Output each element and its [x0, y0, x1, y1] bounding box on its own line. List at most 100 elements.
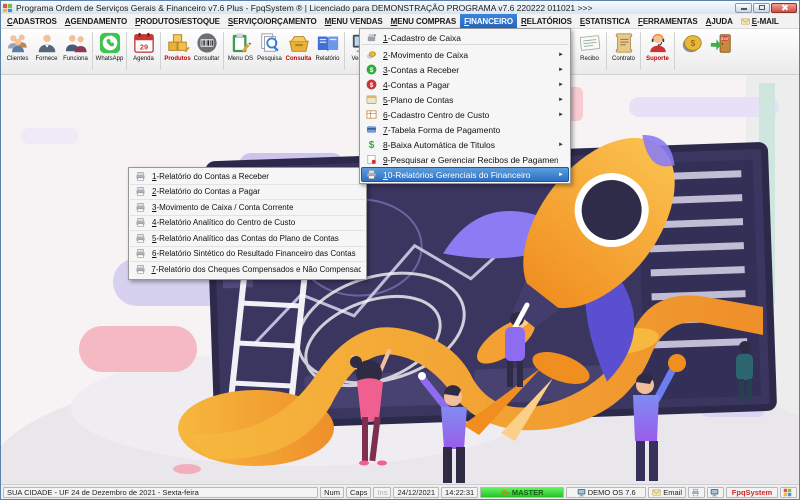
menubar-item-e-mail[interactable]: E-MAIL [737, 14, 783, 28]
printer-icon [134, 264, 146, 275]
submenu-item-3-movimento-de-caixa-conta-corrente[interactable]: 3-Movimento de Caixa / Conta Corrente [130, 200, 365, 216]
toolbar-separator [126, 32, 127, 70]
computer-icon [710, 488, 719, 497]
status-cell-text: DEMO OS 7.6 [588, 488, 636, 497]
receipt-icon [578, 31, 602, 55]
receive-icon: $ [365, 64, 378, 75]
toolbar-button-suporte[interactable]: Suporte [643, 30, 672, 62]
menubar-item-financeiro[interactable]: FINANCEIRO [460, 14, 517, 28]
financeiro-menu-item-9-pesquisar-e-gerenciar-recibos-de-pagam[interactable]: 9-Pesquisar e Gerenciar Recibos de Pagam… [361, 152, 569, 167]
support-icon [646, 31, 670, 55]
maximize-button[interactable] [753, 3, 770, 13]
mail-icon [741, 17, 750, 26]
toolbar-button-consultar[interactable]: Consultar [192, 30, 221, 62]
submenu-arrow-icon: ► [558, 172, 564, 178]
svg-text:$: $ [370, 82, 374, 89]
search-doc-icon [258, 31, 282, 55]
status-cell [688, 487, 705, 498]
menubar-item-label: FINANCEIRO [464, 17, 513, 26]
toolbar-button-label: Clientes [7, 56, 29, 62]
toolbar-button-menu-os[interactable]: Menu OS [226, 30, 255, 62]
printer-icon [134, 217, 147, 228]
toolbar-button-clientes[interactable]: Clientes [3, 30, 32, 62]
financeiro-menu-item-5-plano-de-contas[interactable]: 5-Plano de Contas ► [361, 92, 569, 107]
financeiro-menu-item-10-relat-rios-gerenciais-do-financeiro[interactable]: 10-Relatórios Gerenciais do Financeiro ► [361, 167, 569, 182]
title-bar: Programa Ordem de Serviços Gerais & Fina… [1, 1, 799, 15]
submenu-item-label: 5-Relatório Analítico das Contas do Plan… [152, 234, 339, 243]
submenu-item-1-relat-rio-do-contas-a-receber[interactable]: 1-Relatório do Contas a Receber [130, 169, 365, 185]
toolbar-button-fornece[interactable]: Fornece [32, 30, 61, 62]
plan-icon [365, 94, 378, 105]
status-cell-ins: Ins [373, 487, 391, 498]
minimize-button[interactable] [735, 3, 752, 13]
barcode-icon [195, 31, 219, 55]
toolbar-button-pesquisa[interactable]: Pesquisa [255, 30, 284, 62]
toolbar-separator [92, 32, 93, 70]
close-button[interactable] [771, 3, 797, 13]
toolbar-button-relat-rio[interactable]: Relatório [313, 30, 342, 62]
toolbar-button-whatsapp[interactable]: WhatsApp [95, 30, 124, 62]
costcenter-icon [365, 109, 378, 120]
menu-item-label: 6-Cadastro Centro de Custo [383, 110, 558, 120]
menubar-item-relat-rios[interactable]: RELATÓRIOS [517, 14, 576, 28]
submenu-item-5-relat-rio-anal-tico-das-contas-do-plan[interactable]: 5-Relatório Analítico das Contas do Plan… [130, 231, 365, 247]
status-cell-24-12-2021: 24/12/2021 [393, 487, 439, 498]
svg-text:EXIT: EXIT [721, 37, 728, 41]
toolbar-button-label: Menu OS [228, 56, 253, 62]
mail-icon [652, 488, 661, 497]
toolbar-button-recibo[interactable]: Recibo [575, 30, 604, 62]
toolbar-button-funciona[interactable]: Funciona [61, 30, 90, 62]
menu-item-label: 9-Pesquisar e Gerenciar Recibos de Pagam… [383, 155, 558, 165]
submenu-item-label: 1-Relatório do Contas a Receber [152, 172, 269, 181]
submenu-item-6-relat-rio-sint-tico-do-resultado-finan[interactable]: 6-Relatório Sintético do Resultado Finan… [130, 247, 365, 263]
toolbar-button-contrato[interactable]: Contrato [609, 30, 638, 62]
toolbar-button[interactable]: $ [677, 30, 706, 56]
menubar-item-estatistica[interactable]: ESTATISTICA [576, 14, 634, 28]
submenu-item-2-relat-rio-do-contas-a-pagar[interactable]: 2-Relatório do Contas a Pagar [130, 185, 365, 201]
menu-item-label: 8-Baixa Automática de Titulos [383, 140, 558, 150]
toolbar-separator [640, 32, 641, 70]
toolbar-button-produtos[interactable]: Produtos [163, 30, 192, 62]
submenu-item-label: 6-Relatório Sintético do Resultado Finan… [152, 249, 356, 258]
toolbar-button-agenda[interactable]: 29 Agenda [129, 30, 158, 62]
menubar-item-menu-vendas[interactable]: MENU VENDAS [321, 14, 387, 28]
menubar-item-ferramentas[interactable]: FERRAMENTAS [634, 14, 702, 28]
submenu-item-7-relat-rio-dos-cheques-compensados-e-n-[interactable]: 7-Relatório dos Cheques Compensados e Nã… [130, 262, 365, 278]
menubar-item-menu-compras[interactable]: MENU COMPRAS [387, 14, 460, 28]
status-cell-text: Email [663, 488, 682, 497]
menubar-item-agendamento[interactable]: AGENDAMENTO [61, 14, 131, 28]
financeiro-menu-item-3-contas-a-receber[interactable]: $ 3-Contas a Receber ► [361, 62, 569, 77]
financeiro-menu-item-6-cadastro-centro-de-custo[interactable]: 6-Cadastro Centro de Custo ► [361, 107, 569, 122]
toolbar-separator [160, 32, 161, 70]
status-cell-text: Caps [350, 488, 368, 497]
toolbar-button[interactable]: EXIT [706, 30, 735, 56]
pay-icon: $ [365, 79, 378, 90]
toolbar-button-consulta[interactable]: Consulta [284, 30, 313, 62]
financeiro-menu-item-4-contas-a-pagar[interactable]: $ 4-Contas a Pagar ► [361, 77, 569, 92]
toolbar-button-label: Contrato [612, 56, 635, 62]
menubar-item-produtos-estoque[interactable]: PRODUTOS/ESTOQUE [131, 14, 224, 28]
cashregister-icon [365, 32, 378, 43]
status-cell-text: SUA CIDADE - UF 24 de Dezembro de 2021 -… [7, 488, 199, 497]
printer-icon [134, 233, 147, 244]
financeiro-menu-item-2-movimento-de-caixa[interactable]: 2-Movimento de Caixa ► [361, 47, 569, 62]
svg-text:$: $ [690, 38, 695, 48]
submenu-arrow-icon: ► [558, 82, 564, 88]
printer-icon [365, 169, 378, 180]
menubar-item-ajuda[interactable]: AJUDA [702, 14, 737, 28]
submenu-item-4-relat-rio-anal-tico-do-centro-de-custo[interactable]: 4-Relatório Analítico do Centro de Custo [130, 216, 365, 232]
menubar-item-servi-o-or-amento[interactable]: SERVIÇO/ORÇAMENTO [224, 14, 321, 28]
menubar-item-label: AGENDAMENTO [65, 17, 127, 26]
status-cell-num: Num [320, 487, 344, 498]
submenu-arrow-icon: ► [558, 142, 564, 148]
toolbar-button-label: Produtos [164, 56, 190, 62]
submenu-arrow-icon: ► [558, 67, 564, 73]
app-window: Programa Ordem de Serviços Gerais & Fina… [0, 0, 800, 500]
toolbar-separator [606, 32, 607, 70]
menu-item-label: 3-Contas a Receber [383, 65, 558, 75]
menubar-item-cadastros[interactable]: CADASTROS [3, 14, 61, 28]
financeiro-menu-item-1-cadastro-de-caixa[interactable]: 1-Cadastro de Caixa ► [361, 30, 569, 45]
employees-icon [64, 31, 88, 55]
financeiro-menu-item-7-tabela-forma-de-pagamento[interactable]: 7-Tabela Forma de Pagamento ► [361, 122, 569, 137]
financeiro-menu-item-8-baixa-autom-tica-de-titulos[interactable]: $ 8-Baixa Automática de Titulos ► [361, 137, 569, 152]
